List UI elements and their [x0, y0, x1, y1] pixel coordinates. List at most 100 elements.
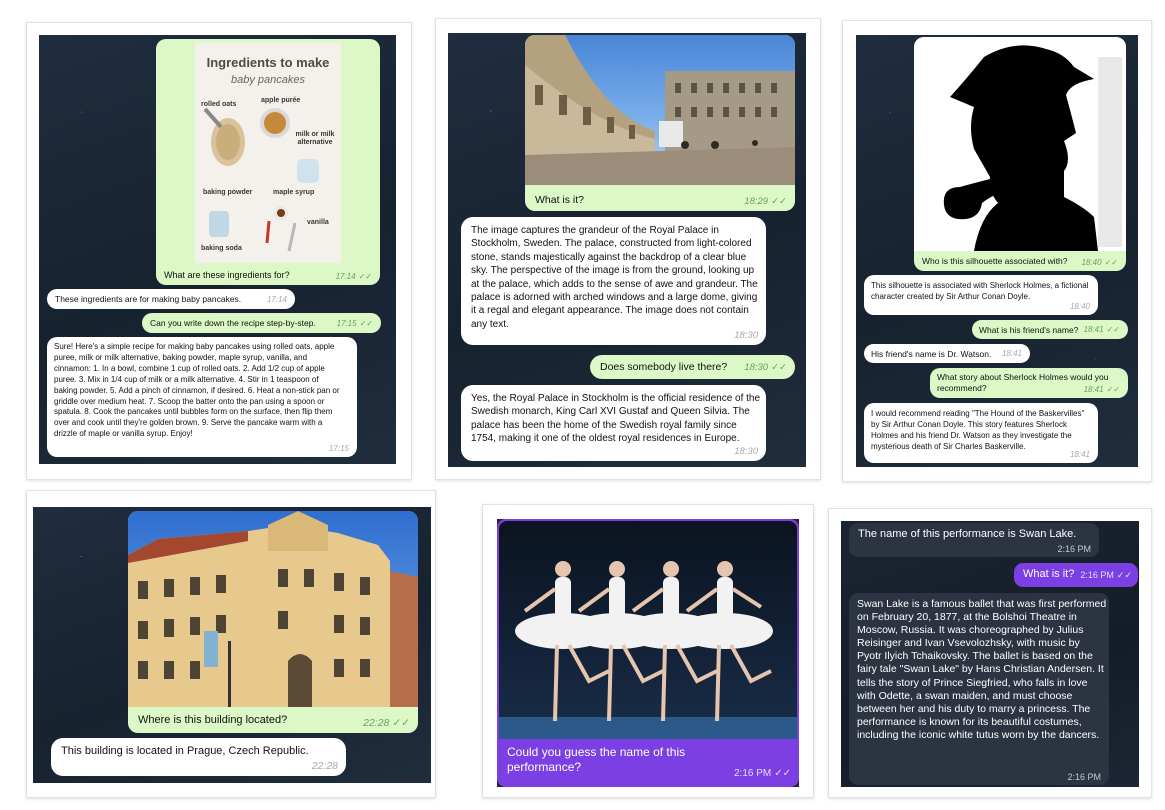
message-time: 18:41	[1083, 325, 1104, 334]
message-time: 2:16 PM	[1080, 570, 1114, 580]
double-check-icon: ✓✓	[1116, 570, 1132, 580]
message-meta: 18:41 ✓✓	[1084, 325, 1120, 334]
double-check-icon: ✓✓	[392, 717, 410, 729]
reply-bubble: This building is located in Prague, Czec…	[51, 738, 346, 776]
message-text: What is it?	[535, 194, 585, 206]
message-time: 2:16 PM	[733, 768, 772, 779]
message-text: This building is located in Prague, Czec…	[61, 745, 309, 757]
building-illustration	[128, 511, 418, 707]
reply-bubble: This silhouette is associated with Sherl…	[864, 275, 1098, 315]
message-meta: 17:14 ✓✓	[336, 272, 372, 281]
reply-bubble: I would recommend reading "The Hound of …	[864, 403, 1098, 463]
message-bubble: Does somebody live there? 18:30 ✓✓	[590, 355, 795, 379]
message-text: Swan Lake is a famous ballet that was fi…	[857, 598, 1107, 741]
reply-bubble: The name of this performance is Swan Lak…	[849, 523, 1099, 557]
reply-bubble: Sure! Here's a simple recipe for making …	[47, 337, 357, 457]
image-message[interactable]: Who is this silhouette associated with? …	[914, 37, 1126, 271]
chat-screen: Who is this silhouette associated with? …	[856, 35, 1138, 467]
message-text: His friend's name is Dr. Watson.	[871, 349, 992, 359]
message-text: Could you guess the name of this perform…	[507, 745, 686, 774]
screenshot-card-ballet: Could you guess the name of this perform…	[482, 504, 814, 798]
message-text: I would recommend reading "The Hound of …	[871, 409, 1085, 451]
double-check-icon: ✓✓	[1104, 258, 1118, 267]
message-text: Where is this building located?	[138, 714, 288, 726]
message-meta: 18:29 ✓✓	[744, 196, 787, 207]
double-check-icon: ✓✓	[771, 362, 787, 373]
message-time: 2:16 PM	[1057, 544, 1091, 554]
reply-bubble: Yes, the Royal Palace in Stockholm is th…	[461, 385, 766, 461]
message-time: 2:16 PM	[1067, 772, 1101, 782]
double-check-icon: ✓✓	[771, 196, 787, 207]
message-bubble: What is his friend's name? 18:41 ✓✓	[972, 320, 1128, 339]
message-time: 17:14	[335, 272, 356, 281]
message-time: 17:14	[266, 295, 287, 304]
message-text: What is it?	[1023, 568, 1075, 580]
chat-screen: The name of this performance is Swan Lak…	[841, 521, 1139, 787]
message-time: 17:15	[336, 319, 357, 328]
ballet-image[interactable]	[499, 521, 797, 739]
message-text: These ingredients are for making baby pa…	[55, 294, 242, 304]
palace-illustration	[525, 35, 795, 185]
message-meta: 2:16 PM ✓✓	[734, 768, 791, 779]
message-text: Can you write down the recipe step-by-st…	[150, 318, 316, 328]
building-image[interactable]	[128, 511, 418, 707]
message-meta: 22:28 ✓✓	[363, 717, 410, 729]
message-text: Does somebody live there?	[600, 361, 728, 373]
message-time: 22:28	[311, 760, 338, 772]
message-text: Yes, the Royal Palace in Stockholm is th…	[471, 393, 761, 445]
message-time: 18:40	[1069, 302, 1090, 311]
double-check-icon: ✓✓	[358, 272, 372, 281]
message-text: The name of this performance is Swan Lak…	[858, 528, 1077, 540]
reply-bubble: Swan Lake is a famous ballet that was fi…	[849, 593, 1109, 785]
reply-bubble: The image captures the grandeur of the R…	[461, 217, 766, 345]
silhouette-image[interactable]	[914, 37, 1126, 251]
double-check-icon: ✓✓	[1106, 325, 1120, 334]
chat-screen: What is it? 18:29 ✓✓ The image captures t…	[448, 33, 806, 467]
ingredients-image[interactable]: Ingredients to make baby pancakes rolled…	[195, 43, 341, 263]
message-time: 18:40	[1081, 258, 1102, 267]
message-text: What are these ingredients for?	[164, 270, 290, 280]
chat-screen: Where is this building located? 22:28 ✓✓ …	[33, 507, 431, 783]
message-bubble: What story about Sherlock Holmes would y…	[930, 368, 1128, 398]
reply-bubble: These ingredients are for making baby pa…	[47, 289, 295, 309]
message-meta: 18:41 ✓✓	[1084, 385, 1120, 394]
image-message[interactable]: Could you guess the name of this perform…	[497, 519, 799, 787]
ballet-illustration	[499, 561, 797, 739]
message-text: The image captures the grandeur of the R…	[471, 225, 758, 330]
image-message[interactable]: What is it? 18:29 ✓✓	[525, 35, 795, 211]
screenshot-card-prague: Where is this building located? 22:28 ✓✓ …	[26, 490, 436, 798]
chat-screen: Could you guess the name of this perform…	[497, 519, 799, 787]
screenshot-card-palace: What is it? 18:29 ✓✓ The image captures t…	[435, 18, 821, 480]
message-time: 22:28	[363, 717, 390, 729]
message-bubble: Can you write down the recipe step-by-st…	[142, 313, 381, 333]
message-meta: 18:40 ✓✓	[1082, 258, 1118, 267]
message-time: 18:29	[744, 196, 769, 207]
message-text: Sure! Here's a simple recipe for making …	[54, 342, 340, 439]
message-time: 18:30	[734, 330, 758, 341]
image-message[interactable]: Ingredients to make baby pancakes rolled…	[156, 39, 380, 285]
message-meta: 18:30 ✓✓	[744, 362, 787, 373]
message-text: Who is this silhouette associated with?	[922, 256, 1068, 266]
message-bubble: What is it? 2:16 PM ✓✓	[1014, 563, 1138, 587]
message-meta: 17:15 ✓✓	[337, 319, 373, 328]
message-time: 18:41	[1001, 349, 1022, 358]
silhouette-illustration	[943, 45, 1122, 251]
message-time: 18:41	[1069, 450, 1090, 459]
message-time: 18:30	[734, 446, 758, 457]
palace-image[interactable]	[525, 35, 795, 185]
message-text: This silhouette is associated with Sherl…	[871, 281, 1089, 301]
message-time: 18:30	[744, 362, 769, 373]
screenshot-card-pancakes: Ingredients to make baby pancakes rolled…	[26, 22, 412, 480]
ingredients-illustration	[203, 107, 319, 252]
message-time: 18:41	[1083, 385, 1104, 394]
screenshot-card-swan-lake: The name of this performance is Swan Lak…	[828, 508, 1152, 798]
reply-bubble: His friend's name is Dr. Watson. 18:41	[864, 344, 1030, 363]
image-message[interactable]: Where is this building located? 22:28 ✓✓	[128, 511, 418, 733]
chat-screen: Ingredients to make baby pancakes rolled…	[39, 35, 396, 464]
message-meta: 2:16 PM ✓✓	[1080, 570, 1132, 581]
double-check-icon: ✓✓	[774, 768, 791, 779]
message-time: 17:15	[328, 444, 349, 453]
double-check-icon: ✓✓	[359, 319, 373, 328]
message-text: What is his friend's name?	[979, 325, 1079, 335]
double-check-icon: ✓✓	[1106, 385, 1120, 394]
